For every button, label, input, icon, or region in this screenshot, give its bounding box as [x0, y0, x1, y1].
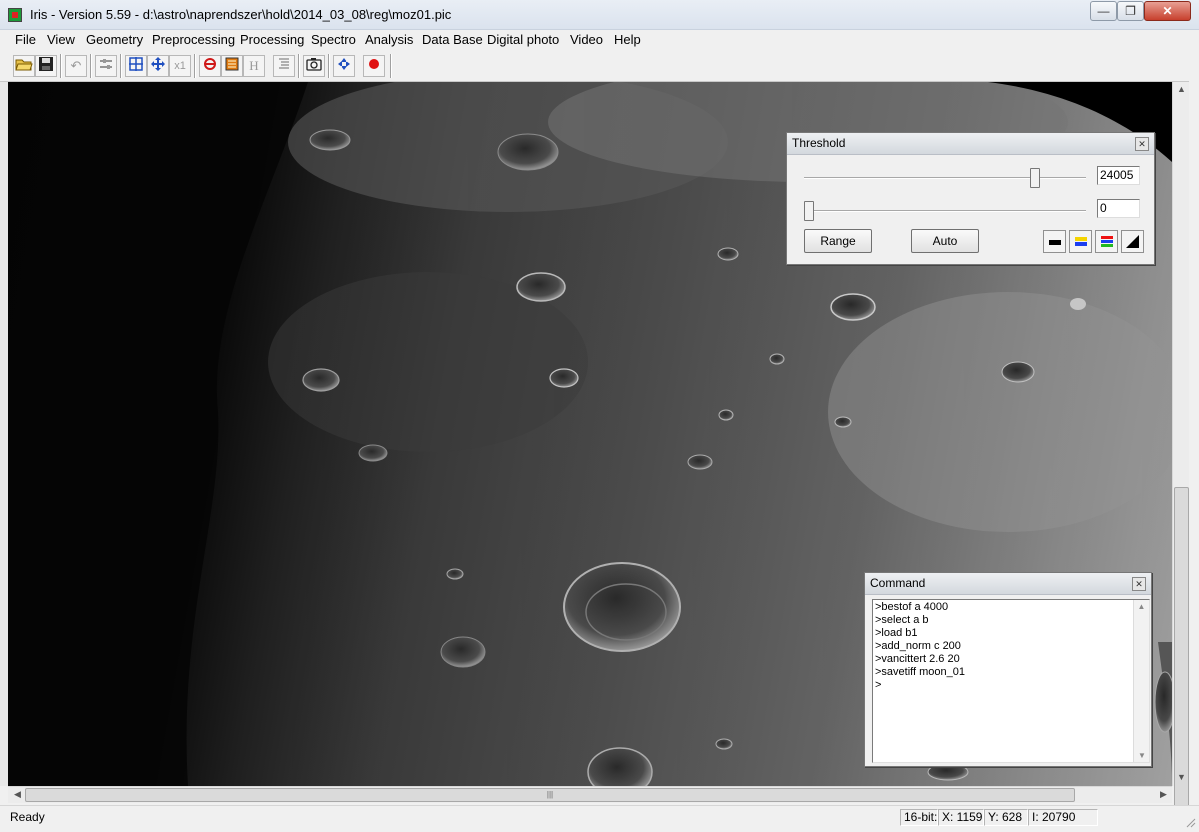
rainbow-palette-icon[interactable] [1095, 230, 1118, 253]
command-line: >savetiff moon_01 [875, 666, 965, 678]
menu-digital-photo[interactable]: Digital photo [487, 32, 559, 47]
menu-file[interactable]: File [15, 32, 36, 47]
status-x-coord: X: 1159 [938, 809, 984, 826]
maximize-button[interactable]: ❐ [1117, 1, 1144, 21]
menu-preprocessing[interactable]: Preprocessing [152, 32, 235, 47]
vertical-scrollbar[interactable]: ▲ ▼ [1172, 82, 1190, 817]
camera-icon[interactable] [303, 55, 325, 77]
undo-icon[interactable]: ↶ [65, 55, 87, 77]
palette-icon[interactable] [221, 55, 243, 77]
low-threshold-field[interactable]: 0 [1097, 199, 1140, 218]
toolbar-separator [194, 54, 196, 78]
menu-bar: File View Geometry Preprocessing Process… [0, 30, 1199, 50]
scroll-down-icon[interactable]: ▼ [1173, 772, 1190, 782]
black-palette-icon[interactable] [1043, 230, 1066, 253]
toolbar-separator [390, 54, 392, 78]
toolbar-separator [120, 54, 122, 78]
menu-analysis[interactable]: Analysis [365, 32, 413, 47]
histogram-h-button[interactable]: H [243, 55, 265, 77]
status-bar: Ready 16-bit: X: 1159 Y: 628 I: 20790 [0, 805, 1199, 832]
menu-video[interactable]: Video [570, 32, 603, 47]
zoom-x1-button[interactable]: x1 [169, 55, 191, 77]
menu-help[interactable]: Help [614, 32, 641, 47]
menu-processing[interactable]: Processing [240, 32, 304, 47]
high-threshold-slider[interactable] [1029, 168, 1040, 188]
record-icon[interactable] [363, 55, 385, 77]
gradient-ramp-icon[interactable] [1121, 230, 1144, 253]
minimize-button[interactable]: — [1090, 1, 1117, 21]
menu-database[interactable]: Data Base [422, 32, 483, 47]
threshold-dialog: Threshold ✕ 24005 0 Range Auto [786, 132, 1155, 265]
save-icon[interactable] [35, 55, 57, 77]
cmd-scroll-up-icon[interactable]: ▲ [1134, 602, 1149, 611]
direction-pad-icon[interactable] [333, 55, 355, 77]
crosshair-icon[interactable] [125, 55, 147, 77]
window-left-edge [0, 82, 8, 786]
command-line: >bestof a 4000 [875, 601, 949, 613]
high-threshold-track[interactable] [804, 177, 1086, 179]
vertical-scroll-thumb[interactable] [1174, 487, 1189, 817]
low-threshold-track[interactable] [804, 210, 1086, 212]
horizontal-scrollbar[interactable]: ◀ ||| ▶ [8, 786, 1172, 803]
move-icon[interactable] [147, 55, 169, 77]
status-intensity: I: 20790 [1028, 809, 1098, 826]
low-threshold-slider[interactable] [804, 201, 814, 221]
threshold-close-icon[interactable]: ✕ [1135, 137, 1149, 151]
title-bar: Iris - Version 5.59 - d:\astro\naprendsz… [0, 0, 1199, 30]
menu-spectro[interactable]: Spectro [311, 32, 356, 47]
window-title: Iris - Version 5.59 - d:\astro\naprendsz… [30, 7, 452, 22]
menu-view[interactable]: View [47, 32, 75, 47]
status-y-coord: Y: 628 [984, 809, 1028, 826]
scroll-up-icon[interactable]: ▲ [1173, 84, 1190, 94]
command-scrollbar[interactable]: ▲ ▼ [1133, 600, 1149, 762]
horizontal-scroll-thumb[interactable]: ||| [25, 788, 1075, 802]
command-console[interactable]: >bestof a 4000 >select a b >load b1 >add… [872, 599, 1150, 763]
threshold-title: Threshold [787, 133, 1154, 155]
command-line: >select a b [875, 614, 929, 626]
toolbar-separator [60, 54, 62, 78]
command-dialog: Command ✕ >bestof a 4000 >select a b >lo… [864, 572, 1152, 767]
command-title: Command [865, 573, 1151, 595]
command-prompt[interactable]: > [873, 679, 1149, 692]
window-right-edge [1189, 50, 1199, 832]
command-line: >add_norm c 200 [875, 640, 961, 652]
toolbar: ↶ x1 H [0, 50, 1199, 82]
app-icon[interactable] [8, 8, 22, 22]
command-line: >load b1 [875, 627, 918, 639]
high-threshold-field[interactable]: 24005 [1097, 166, 1140, 185]
auto-button[interactable]: Auto [911, 229, 979, 253]
list-icon[interactable] [273, 55, 295, 77]
command-close-icon[interactable]: ✕ [1132, 577, 1146, 591]
status-bit-depth: 16-bit: [900, 809, 938, 826]
status-message: Ready [10, 810, 45, 824]
adjust-icon[interactable] [95, 55, 117, 77]
command-line: >vancittert 2.6 20 [875, 653, 960, 665]
open-folder-icon[interactable] [13, 55, 35, 77]
red-swirl-icon[interactable] [199, 55, 221, 77]
close-button[interactable]: ✕ [1144, 1, 1191, 21]
toolbar-separator [328, 54, 330, 78]
toolbar-separator [298, 54, 300, 78]
cmd-scroll-down-icon[interactable]: ▼ [1134, 751, 1149, 760]
scroll-left-icon[interactable]: ◀ [9, 789, 26, 800]
range-button[interactable]: Range [804, 229, 872, 253]
menu-geometry[interactable]: Geometry [86, 32, 143, 47]
yellow-blue-palette-icon[interactable] [1069, 230, 1092, 253]
scroll-right-icon[interactable]: ▶ [1155, 789, 1172, 800]
resize-grip-icon[interactable] [1184, 816, 1196, 828]
toolbar-separator [90, 54, 92, 78]
